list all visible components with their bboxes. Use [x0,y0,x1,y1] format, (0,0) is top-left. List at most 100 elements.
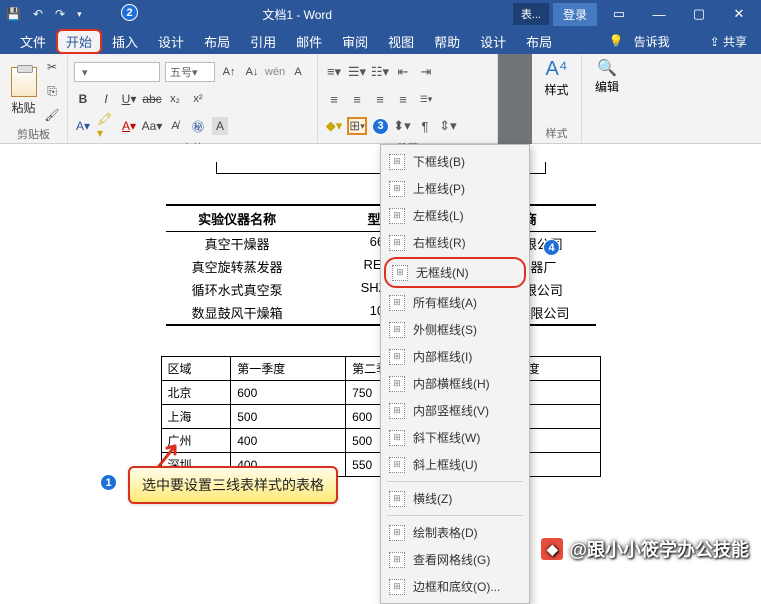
border-grid-icon: ⊞ [389,457,405,473]
undo-icon[interactable]: ↶ [33,7,43,21]
border-option-dlg[interactable]: ⊞边框和底纹(O)... [383,573,527,600]
watermark: ◆ @跟小小筱学办公技能 [541,536,749,562]
tab-view[interactable]: 视图 [378,29,424,54]
border-option-diag1[interactable]: ⊞斜下框线(W) [383,424,527,451]
annotation-badge-2: 2 [121,4,138,21]
share-button[interactable]: ⇪ 共享 [710,33,747,50]
border-option-hr[interactable]: ⊞横线(Z) [383,485,527,512]
border-option-draw[interactable]: ⊞绘制表格(D) [383,519,527,546]
numbering-icon[interactable]: ☰▾ [347,63,367,81]
border-option-grid[interactable]: ⊞查看网格线(G) [383,546,527,573]
multilevel-icon[interactable]: ☷▾ [370,63,390,81]
tab-table-layout[interactable]: 布局 [516,29,562,54]
border-grid-icon: ⊞ [389,154,405,170]
save-icon[interactable]: 💾 [6,7,21,21]
tab-home[interactable]: 开始 [56,29,102,54]
border-grid-icon: ⊞ [392,265,408,281]
maximize-icon[interactable]: ▢ [681,6,717,22]
border-grid-icon: ⊞ [389,181,405,197]
border-grid-icon: ⊞ [389,295,405,311]
tab-references[interactable]: 引用 [240,29,286,54]
distribute-icon[interactable]: ☰▾ [416,90,436,108]
border-grid-icon: ⊞ [389,525,405,541]
copy-icon[interactable]: ⎘ [43,82,61,100]
border-grid-icon: ⊞ [389,349,405,365]
border-option-top[interactable]: ⊞上框线(P) [383,175,527,202]
justify-icon[interactable]: ≡ [393,90,413,108]
border-option-inside[interactable]: ⊞内部框线(I) [383,343,527,370]
tab-mailings[interactable]: 邮件 [286,29,332,54]
superscript-icon[interactable]: x² [189,90,207,108]
subscript-icon[interactable]: x₂ [166,90,184,108]
tellme-text[interactable]: 告诉我 [634,33,670,50]
border-grid-icon: ⊞ [389,208,405,224]
editing-button[interactable]: 编辑 [595,78,619,95]
font-size-combo[interactable]: 五号 ▾ [165,62,215,82]
styles-button[interactable]: 样式 [544,81,568,98]
phonetic-icon[interactable]: wén [266,63,284,81]
border-grid-icon: ⊞ [389,579,405,595]
ribbon: 粘贴 ✂ ⎘ 🖌 剪贴板 ▾ 五号 ▾ A↑ A↓ wén A B I U▾ [0,54,761,144]
find-icon[interactable]: 🔍 [597,58,617,78]
tab-design[interactable]: 设计 [148,29,194,54]
tbl1-h1: 实验仪器名称 [166,206,309,231]
borders-button[interactable]: ⊞▾ [347,117,367,135]
paste-button[interactable]: 粘贴 [6,67,41,116]
ribbon-display-icon[interactable]: ▭ [601,6,637,22]
strike-icon[interactable]: abc [143,90,161,108]
border-option-bottom[interactable]: ⊞下框线(B) [383,148,527,175]
char-border-icon[interactable]: A [289,63,307,81]
login-button[interactable]: 登录 [553,3,597,26]
tab-table-design[interactable]: 设计 [470,29,516,54]
border-option-left[interactable]: ⊞左框线(L) [383,202,527,229]
sort-icon[interactable]: ⬍▾ [392,117,412,135]
underline-icon[interactable]: U▾ [120,90,138,108]
format-painter-icon[interactable]: 🖌 [43,106,61,124]
align-center-icon[interactable]: ≡ [347,90,367,108]
styles-icon[interactable]: A⁴ [546,58,568,81]
qat-more-icon[interactable]: ▾ [77,9,82,20]
shrink-font-icon[interactable]: A↓ [243,63,261,81]
tab-file[interactable]: 文件 [10,29,56,54]
align-right-icon[interactable]: ≡ [370,90,390,108]
bullets-icon[interactable]: ≡▾ [324,63,344,81]
border-option-iv[interactable]: ⊞内部竖框线(V) [383,397,527,424]
shading-icon[interactable]: ◆▾ [324,117,344,135]
border-option-outside[interactable]: ⊞外侧框线(S) [383,316,527,343]
tab-layout[interactable]: 布局 [194,29,240,54]
border-option-right[interactable]: ⊞右框线(R) [383,229,527,256]
align-left-icon[interactable]: ≡ [324,90,344,108]
border-option-none[interactable]: ⊞无框线(N) [384,257,526,288]
tab-review[interactable]: 审阅 [332,29,378,54]
bold-icon[interactable]: B [74,90,92,108]
tab-help[interactable]: 帮助 [424,29,470,54]
redo-icon[interactable]: ↷ [55,7,65,21]
cut-icon[interactable]: ✂ [43,58,61,76]
paragraph-group: ≡▾ ☰▾ ☷▾ ⇤ ⇥ ≡ ≡ ≡ ≡ ☰▾ ◆▾ ⊞▾ 3 ⬍▾ ¶ ⇕▾ [318,54,498,143]
clear-format-icon[interactable]: A̸ [166,117,184,135]
border-option-ih[interactable]: ⊞内部横框线(H) [383,370,527,397]
close-icon[interactable]: ✕ [721,6,757,22]
italic-icon[interactable]: I [97,90,115,108]
change-case-icon[interactable]: Aa▾ [143,117,161,135]
char-shading-icon[interactable]: A [212,117,228,135]
tab-insert[interactable]: 插入 [102,29,148,54]
grow-font-icon[interactable]: A↑ [220,63,238,81]
font-family-combo[interactable]: ▾ [74,62,160,82]
highlight-icon[interactable]: 🖍▾ [97,117,115,135]
show-marks-icon[interactable]: ¶ [415,117,435,135]
text-effects-icon[interactable]: A▾ [74,117,92,135]
border-option-diag2[interactable]: ⊞斜上框线(U) [383,451,527,478]
border-grid-icon: ⊞ [389,376,405,392]
border-option-all[interactable]: ⊞所有框线(A) [383,289,527,316]
decrease-indent-icon[interactable]: ⇤ [393,63,413,81]
border-grid-icon: ⊞ [389,235,405,251]
minimize-icon[interactable]: — [641,7,677,22]
increase-indent-icon[interactable]: ⇥ [416,63,436,81]
font-color-icon[interactable]: A▾ [120,117,138,135]
callout-box: 选中要设置三线表样式的表格 [128,466,338,504]
table-tools-tab[interactable]: 表... [513,3,549,25]
enclose-char-icon[interactable]: ㊙ [189,117,207,135]
tellme-icon[interactable]: 💡 [609,34,624,48]
line-spacing-icon[interactable]: ⇕▾ [438,117,458,135]
